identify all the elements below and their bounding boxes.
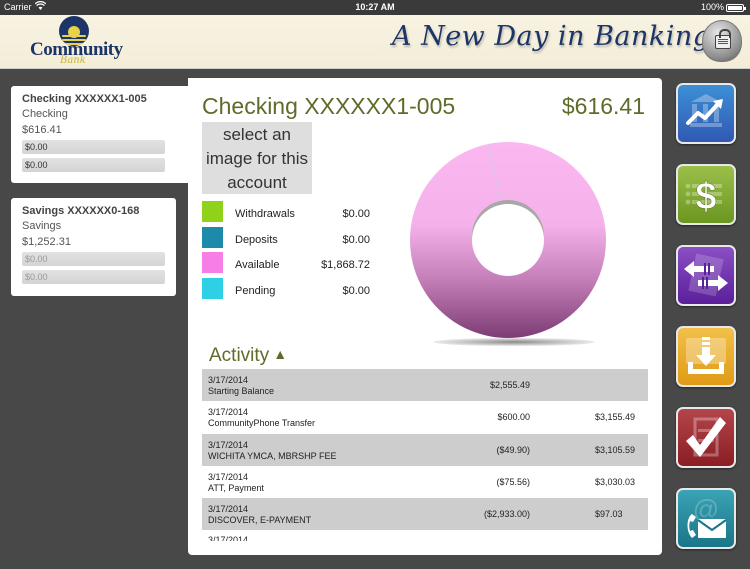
txn-date: 3/17/2014 (208, 407, 249, 418)
txn-amount: ($49.90) (496, 444, 530, 455)
transaction-row[interactable]: 3/17/2014 ATT, Payment ($75.56) $3,030.0… (202, 466, 648, 498)
detail-title: Checking XXXXXX1-005 (202, 93, 456, 119)
nav-checklist-button[interactable] (676, 407, 736, 468)
transaction-row[interactable]: 3/17/2014 CommunityPhone Transfer $600.0… (202, 401, 648, 433)
activity-list[interactable]: 3/17/2014 Starting Balance $2,555.49 3/1… (202, 369, 648, 541)
account-balance: $1,252.31 (22, 236, 71, 248)
donut-shadow (433, 338, 595, 346)
app-header: Community Bank A New Day in Banking (0, 15, 750, 69)
donut-svg (410, 142, 606, 338)
txn-description: Starting Balance (208, 386, 275, 396)
select-image-button[interactable]: select an image for this account (202, 122, 312, 194)
account-detail-panel: Checking XXXXXX1-005 $616.41 select an i… (188, 78, 662, 555)
txn-date: 3/17/2014 (208, 375, 249, 385)
dollar-icon: $ (685, 176, 722, 218)
nav-transfer-button[interactable] (676, 245, 736, 306)
transaction-row[interactable]: 3/17/2014 (202, 530, 648, 541)
account-pill-1: $0.00 (22, 140, 165, 154)
txn-date: 3/17/2014 (208, 504, 249, 515)
nav-billpay-button[interactable]: $ (676, 164, 736, 225)
nav-deposit-button[interactable] (676, 326, 736, 387)
activity-header[interactable]: Activity ▲ (209, 345, 287, 367)
detail-balance: $616.41 (561, 93, 645, 119)
txn-amount: $2,555.49 (489, 380, 530, 390)
deposit-download-icon (686, 337, 726, 374)
account-pill-2: $0.00 (22, 270, 165, 284)
txn-date: 3/17/2014 (208, 439, 249, 450)
legend-label: Deposits (235, 233, 278, 246)
legend-label: Withdrawals (235, 208, 295, 220)
legend-swatch (202, 252, 223, 273)
checkmark-icon (686, 417, 726, 457)
chart-legend: Withdrawals $0.00 Deposits $0.00 Availab… (202, 200, 374, 302)
phone-mail-icon: @ (687, 494, 727, 538)
legend-value: $0.00 (342, 284, 370, 297)
legend-swatch (202, 201, 223, 222)
legend-item-deposits: Deposits $0.00 (202, 226, 374, 252)
svg-text:$: $ (695, 176, 716, 218)
txn-running-balance: $97.03 (595, 509, 623, 520)
tagline: A New Day in Banking (392, 21, 711, 52)
nav-rail: $ @ (676, 83, 736, 569)
account-balance: $616.41 (22, 124, 62, 136)
legend-swatch (202, 277, 223, 299)
txn-description: DISCOVER, E-PAYMENT (208, 515, 312, 526)
legend-label: Available (235, 259, 280, 271)
bank-growth-icon (686, 94, 723, 127)
txn-running-balance: $3,155.49 (595, 412, 636, 423)
legend-value: $0.00 (342, 233, 370, 246)
legend-item-available: Available $1,868.72 (202, 251, 374, 277)
txn-description: ATT, Payment (208, 482, 264, 493)
account-type: Savings (22, 220, 62, 232)
nav-accounts-button[interactable] (676, 83, 736, 144)
legend-value: $1,868.72 (321, 259, 370, 271)
transaction-row[interactable]: 3/17/2014 Starting Balance $2,555.49 (202, 369, 648, 402)
account-pill-2: $0.00 (22, 158, 165, 172)
account-pill-1: $0.00 (22, 252, 165, 266)
battery-icon (726, 4, 746, 12)
logo-sub: Bank (60, 55, 86, 66)
clock: 10:27 AM (355, 2, 395, 12)
txn-description: WICHITA YMCA, MBRSHP FEE (208, 450, 337, 461)
txn-running-balance: $3,030.03 (595, 476, 636, 487)
status-bar: Carrier 10:27 AM 100% (0, 0, 750, 15)
account-card-checking[interactable]: Checking XXXXXX1-005 Checking $616.41 $0… (11, 86, 188, 183)
account-type: Checking (22, 108, 68, 120)
lock-icon (715, 29, 731, 49)
account-card-savings[interactable]: Savings XXXXXX0-168 Savings $1,252.31 $0… (11, 198, 176, 296)
account-title: Savings XXXXXX0-168 (22, 205, 140, 217)
legend-swatch (202, 226, 223, 248)
activity-title: Activity (209, 345, 270, 366)
legend-item-withdrawals: Withdrawals $0.00 (202, 200, 374, 226)
legend-label: Pending (235, 284, 276, 297)
txn-date: 3/17/2014 (208, 471, 249, 482)
txn-amount: ($75.56) (496, 476, 530, 487)
txn-description: CommunityPhone Transfer (208, 418, 316, 429)
donut-hole (472, 204, 544, 276)
transaction-row[interactable]: 3/17/2014 DISCOVER, E-PAYMENT ($2,933.00… (202, 498, 648, 531)
txn-date: 3/17/2014 (208, 535, 249, 541)
txn-running-balance: $3,105.59 (595, 444, 636, 455)
community-bank-logo: Community Bank (28, 15, 123, 69)
battery-percent: 100% (700, 2, 724, 12)
legend-item-pending: Pending $0.00 (202, 277, 374, 303)
txn-amount: $600.00 (497, 412, 530, 423)
transfer-arrows-icon (684, 253, 728, 297)
txn-amount: ($2,933.00) (483, 509, 530, 520)
sort-ascending-icon[interactable]: ▲ (273, 346, 287, 362)
transaction-row[interactable]: 3/17/2014 WICHITA YMCA, MBRSHP FEE ($49.… (202, 433, 648, 466)
legend-value: $0.00 (342, 208, 370, 220)
balance-donut-chart (410, 136, 606, 352)
account-title: Checking XXXXXX1-005 (22, 93, 147, 105)
nav-contact-button[interactable]: @ (676, 488, 736, 549)
lock-button[interactable] (702, 20, 742, 62)
